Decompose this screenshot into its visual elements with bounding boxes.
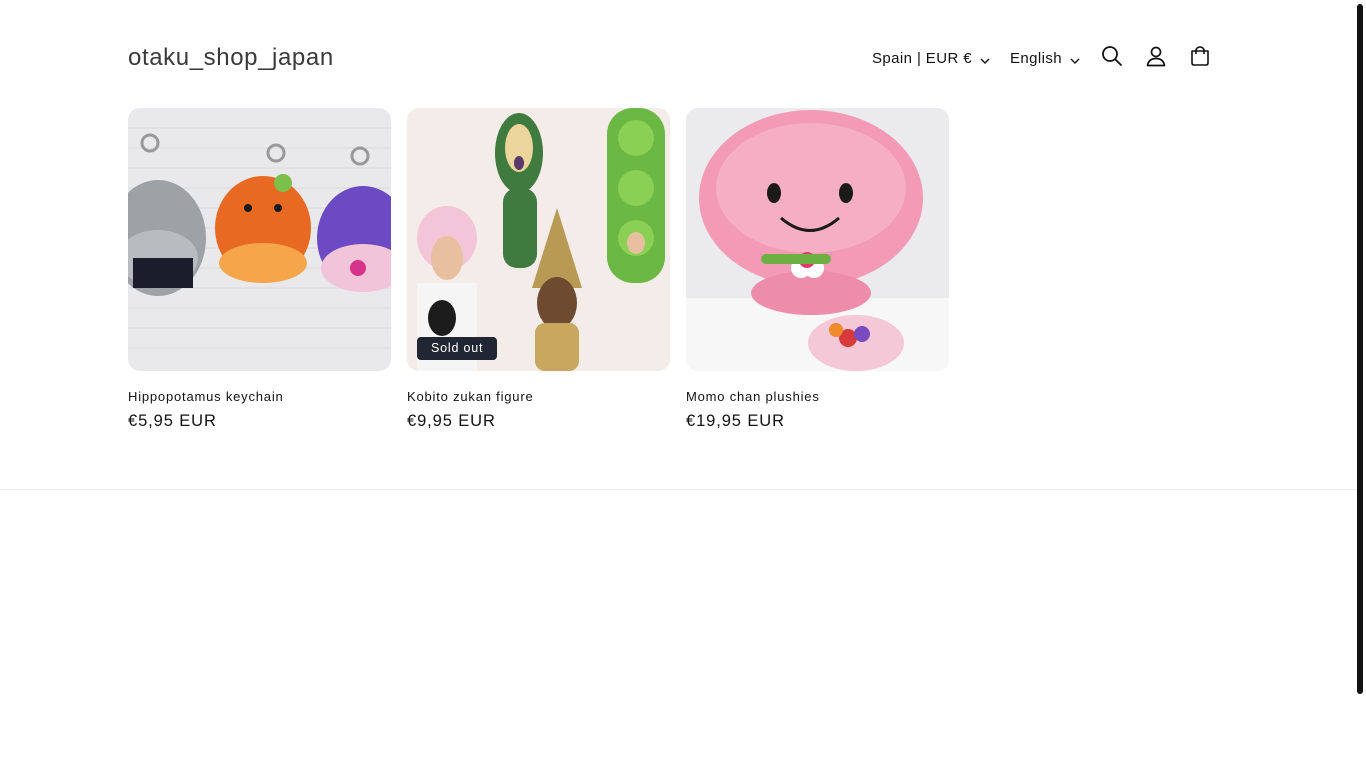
product-title[interactable]: Hippopotamus keychain bbox=[128, 389, 391, 404]
search-button[interactable] bbox=[1090, 36, 1134, 80]
page: otaku_shop_japan Spain | EUR € English H… bbox=[0, 0, 1366, 768]
site-header: otaku_shop_japan Spain | EUR € English bbox=[128, 34, 1222, 82]
sold-out-badge: Sold out bbox=[417, 337, 498, 360]
product-image[interactable]: Sold out bbox=[407, 108, 670, 371]
search-icon bbox=[1101, 45, 1123, 72]
chevron-down-icon bbox=[1070, 53, 1080, 64]
country-selector-label: Spain | EUR € bbox=[872, 49, 972, 67]
cart-icon bbox=[1189, 45, 1211, 72]
product-card[interactable]: Hippopotamus keychain €5,95 EUR bbox=[128, 108, 391, 431]
section-divider bbox=[0, 489, 1356, 490]
country-selector[interactable]: Spain | EUR € bbox=[862, 36, 1000, 80]
chevron-down-icon bbox=[980, 53, 990, 64]
product-card[interactable]: Momo chan plushies €19,95 EUR bbox=[686, 108, 949, 431]
account-button[interactable] bbox=[1134, 36, 1178, 80]
language-selector-label: English bbox=[1010, 49, 1062, 67]
product-title[interactable]: Kobito zukan figure bbox=[407, 389, 670, 404]
product-title[interactable]: Momo chan plushies bbox=[686, 389, 949, 404]
product-card[interactable]: Sold out Kobito zukan figure €9,95 EUR bbox=[407, 108, 670, 431]
product-image[interactable] bbox=[128, 108, 391, 371]
product-price: €9,95 EUR bbox=[407, 412, 496, 430]
product-image[interactable] bbox=[686, 108, 949, 371]
product-price: €19,95 EUR bbox=[686, 412, 785, 430]
product-grid: Hippopotamus keychain €5,95 EUR Sold out… bbox=[128, 108, 949, 431]
header-controls: Spain | EUR € English bbox=[862, 34, 1222, 82]
cart-button[interactable] bbox=[1178, 36, 1222, 80]
site-logo[interactable]: otaku_shop_japan bbox=[128, 44, 334, 72]
product-price: €5,95 EUR bbox=[128, 412, 217, 430]
account-icon bbox=[1145, 45, 1167, 72]
scrollbar[interactable] bbox=[1357, 4, 1363, 694]
language-selector[interactable]: English bbox=[1000, 36, 1090, 80]
